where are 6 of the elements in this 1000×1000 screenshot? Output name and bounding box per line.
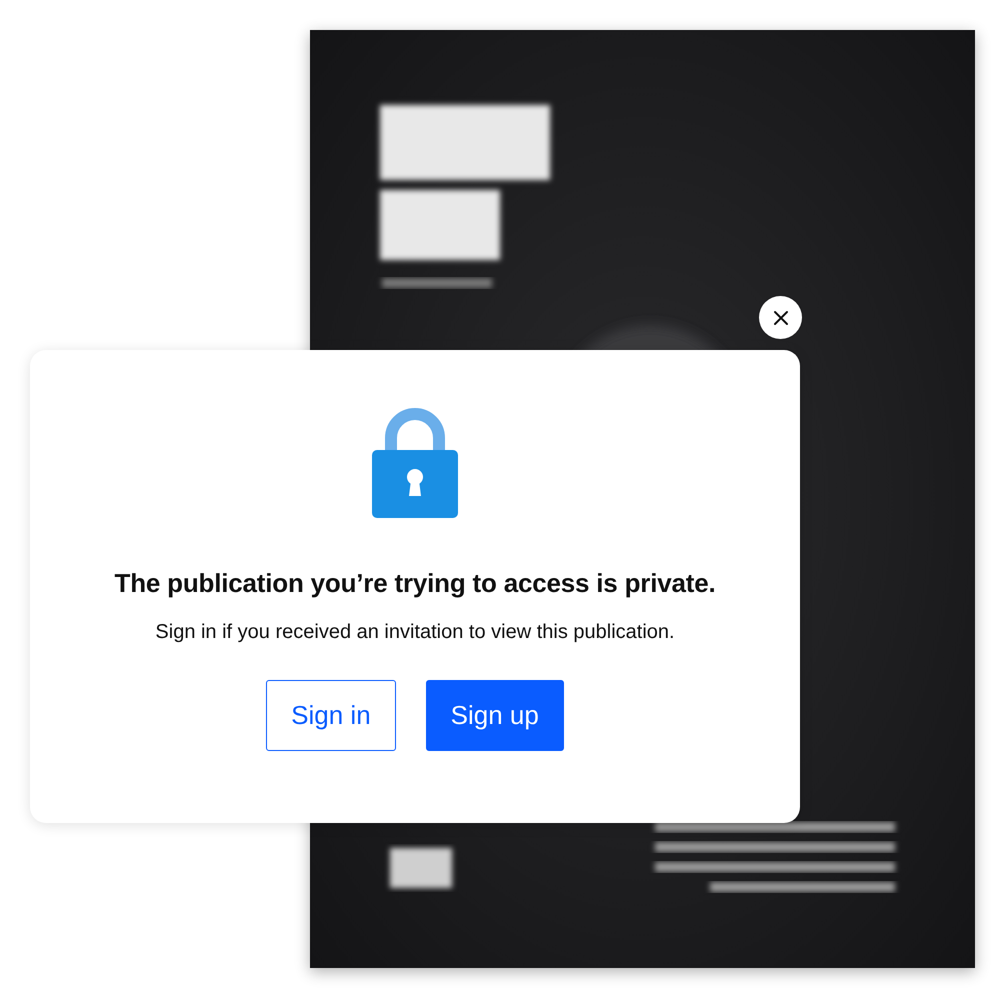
- auth-button[interactable]: Sign up: [426, 680, 564, 751]
- lock-icon: [372, 408, 458, 518]
- dialog-title: The publication you’re trying to access is private.: [114, 568, 716, 599]
- dialog-message: Sign in if you received an invitation to view this publication.: [155, 621, 675, 644]
- close-icon: [772, 310, 788, 326]
- auth-button[interactable]: Sign in: [266, 680, 396, 751]
